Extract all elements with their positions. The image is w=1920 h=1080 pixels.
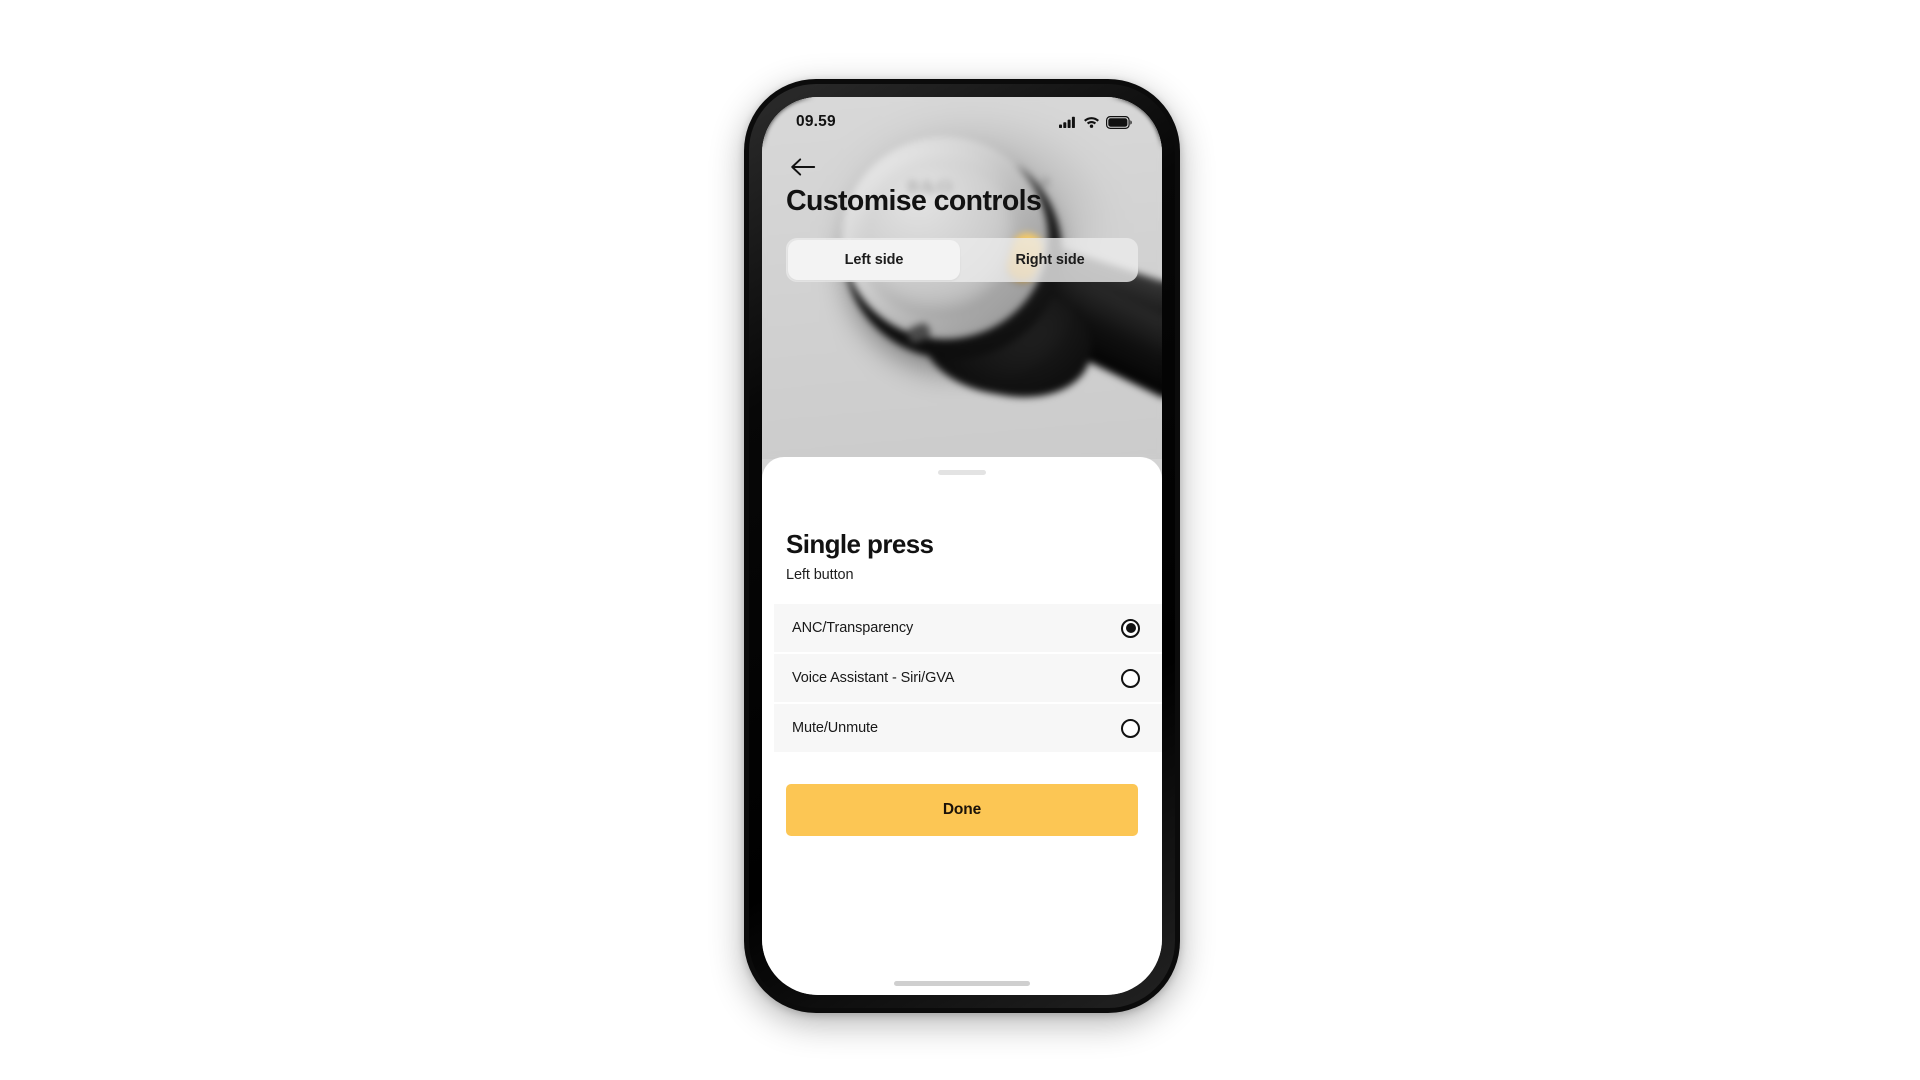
status-bar: 09.59 xyxy=(762,97,1162,141)
options-list: ANC/Transparency Voice Assistant - Siri/… xyxy=(774,604,1162,754)
radio-button-selected[interactable] xyxy=(1121,618,1140,638)
screenshot-stage: B&O 09.59 Customise controls Left side R… xyxy=(0,0,1920,1080)
cellular-signal-icon xyxy=(1059,116,1075,128)
bottom-sheet: Single press Left button ANC/Transparenc… xyxy=(762,457,1162,995)
status-time: 09.59 xyxy=(796,113,836,130)
earcup-screw xyxy=(1040,177,1049,186)
option-row-mute-unmute[interactable]: Mute/Unmute xyxy=(774,704,1162,752)
home-indicator[interactable] xyxy=(894,981,1030,986)
phone-device-frame: B&O 09.59 Customise controls Left side R… xyxy=(744,79,1180,1013)
back-arrow-icon xyxy=(791,158,816,176)
phone-screen: B&O 09.59 Customise controls Left side R… xyxy=(762,97,1162,995)
sheet-drag-handle[interactable] xyxy=(938,470,986,475)
sheet-subtitle: Left button xyxy=(786,567,854,583)
status-icons xyxy=(1059,110,1132,129)
earcup-cap xyxy=(853,147,1025,319)
page-title: Customise controls xyxy=(786,185,1042,217)
radio-button[interactable] xyxy=(1121,668,1140,688)
tab-left-side[interactable]: Left side xyxy=(788,240,960,280)
option-label: ANC/Transparency xyxy=(792,620,914,636)
option-label: Voice Assistant - Siri/GVA xyxy=(792,670,955,686)
done-button[interactable]: Done xyxy=(786,784,1138,836)
side-segmented-control: Left side Right side xyxy=(786,238,1138,282)
option-row-voice-assistant[interactable]: Voice Assistant - Siri/GVA xyxy=(774,654,1162,702)
wifi-icon xyxy=(1084,117,1099,128)
back-button[interactable] xyxy=(788,155,822,183)
tab-right-side[interactable]: Right side xyxy=(964,240,1136,280)
radio-button[interactable] xyxy=(1121,718,1140,738)
battery-icon xyxy=(1106,115,1132,129)
option-label: Mute/Unmute xyxy=(792,720,878,736)
option-row-anc-transparency[interactable]: ANC/Transparency xyxy=(774,604,1162,652)
sheet-title: Single press xyxy=(786,529,934,559)
